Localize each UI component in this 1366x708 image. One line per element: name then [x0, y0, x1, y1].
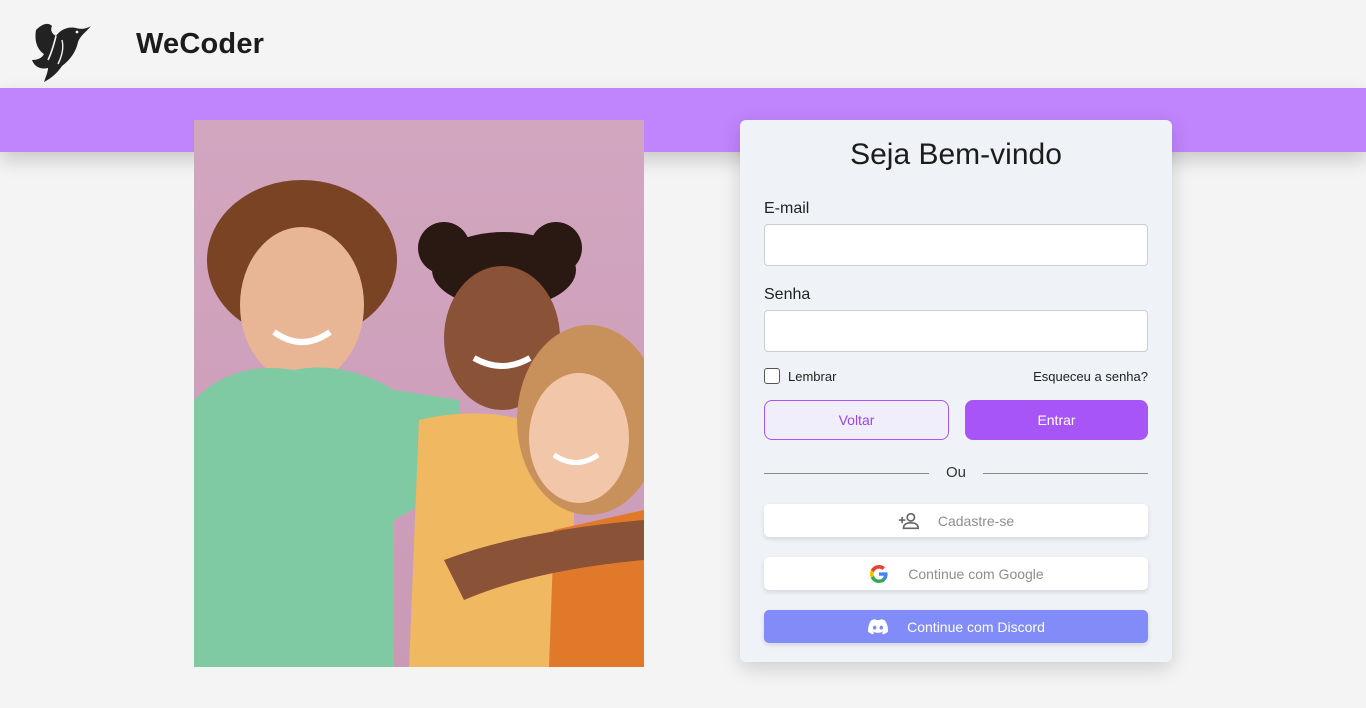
- google-button[interactable]: Continue com Google: [764, 557, 1148, 590]
- discord-icon: [867, 616, 889, 638]
- email-input[interactable]: [764, 224, 1148, 266]
- remember-label[interactable]: Lembrar: [788, 369, 836, 384]
- register-button[interactable]: Cadastre-se: [764, 504, 1148, 537]
- back-button[interactable]: Voltar: [764, 400, 949, 440]
- google-label: Continue com Google: [908, 565, 1044, 582]
- email-label: E-mail: [764, 200, 810, 217]
- brand-name: WeCoder: [136, 28, 265, 60]
- divider-line-right: [983, 473, 1148, 474]
- enter-button[interactable]: Entrar: [965, 400, 1148, 440]
- login-card: Seja Bem-vindo E-mail Senha Lembrar Esqu…: [740, 120, 1172, 662]
- children-photo: [194, 120, 644, 667]
- discord-button[interactable]: Continue com Discord: [764, 610, 1148, 643]
- person-add-icon: [898, 510, 920, 532]
- remember-checkbox[interactable]: [764, 368, 780, 384]
- password-input[interactable]: [764, 310, 1148, 352]
- register-label: Cadastre-se: [937, 512, 1015, 529]
- forgot-password-link[interactable]: Esqueceu a senha?: [1033, 369, 1148, 384]
- remember-row: Lembrar: [764, 368, 836, 384]
- google-icon: [868, 563, 890, 585]
- top-header: WeCoder: [0, 0, 1366, 88]
- hummingbird-icon[interactable]: [30, 20, 92, 84]
- discord-label: Continue com Discord: [907, 618, 1045, 635]
- password-label: Senha: [764, 286, 811, 303]
- login-title: Seja Bem-vindo: [850, 138, 1062, 171]
